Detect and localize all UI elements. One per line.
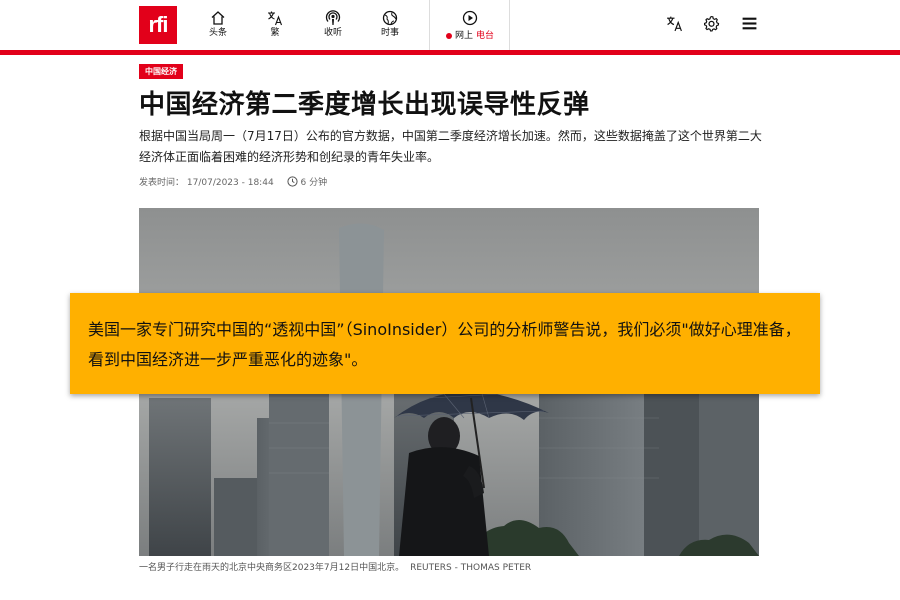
quote-text: 美国一家专门研究中国的“透视中国”（SinoInsider）公司的分析师警告说，… <box>88 320 801 369</box>
photo-credit: REUTERS - THOMAS PETER <box>410 563 532 573</box>
live-radio-button[interactable]: 网上 电台 <box>430 10 510 41</box>
nav-label: 头条 <box>208 28 227 38</box>
article-meta: 发表时间： 17/07/2023 - 18:44 6 分钟 <box>139 176 327 189</box>
published-label: 发表时间： <box>139 178 185 188</box>
header-divider <box>509 0 510 50</box>
nav-label: 收听 <box>323 28 342 38</box>
live-dot <box>446 32 453 39</box>
play-icon <box>462 10 478 26</box>
header-accent-bar <box>0 50 900 55</box>
nav-item-traditional[interactable]: 繁 <box>250 10 300 39</box>
published-date: 17/07/2023 - 18:44 <box>186 178 274 188</box>
translate-icon <box>268 11 283 26</box>
rfi-logo[interactable]: rfi <box>139 6 177 44</box>
nav-item-news[interactable]: 时事 <box>365 10 415 39</box>
category-tag[interactable]: 中国经济 <box>139 64 183 79</box>
globe-icon <box>382 10 398 26</box>
live-label-accent: 电台 <box>475 31 494 41</box>
article-lead: 根据中国当局周一（7月17日）公布的官方数据，中国第二季度经济增长加速。然而，这… <box>139 129 762 164</box>
translate-icon[interactable] <box>666 15 683 32</box>
gear-icon[interactable] <box>703 15 720 32</box>
menu-icon[interactable] <box>741 15 758 32</box>
nav-item-listen[interactable]: 收听 <box>308 10 358 39</box>
home-icon <box>211 11 225 25</box>
site-header: rfi 头条 繁 收听 时事 网上 电台 <box>0 0 900 52</box>
clock-icon <box>286 176 298 187</box>
live-label: 网上 <box>455 31 474 41</box>
reading-time: 6 分钟 <box>286 176 328 188</box>
podcast-icon <box>325 10 341 25</box>
quote-overlay: 美国一家专门研究中国的“透视中国”（SinoInsider）公司的分析师警告说，… <box>70 293 820 394</box>
photo-caption: 一名男子行走在雨天的北京中央商务区2023年7月12日中国北京。 REUTERS … <box>139 562 531 574</box>
nav-item-headlines[interactable]: 头条 <box>193 10 243 39</box>
article-title: 中国经济第二季度增长出现误导性反弹 <box>139 90 590 120</box>
nav-label: 繁 <box>270 28 280 38</box>
nav-label: 时事 <box>380 28 399 38</box>
caption-text: 一名男子行走在雨天的北京中央商务区2023年7月12日中国北京。 <box>139 563 405 573</box>
reading-time-value: 6 分钟 <box>300 178 328 188</box>
